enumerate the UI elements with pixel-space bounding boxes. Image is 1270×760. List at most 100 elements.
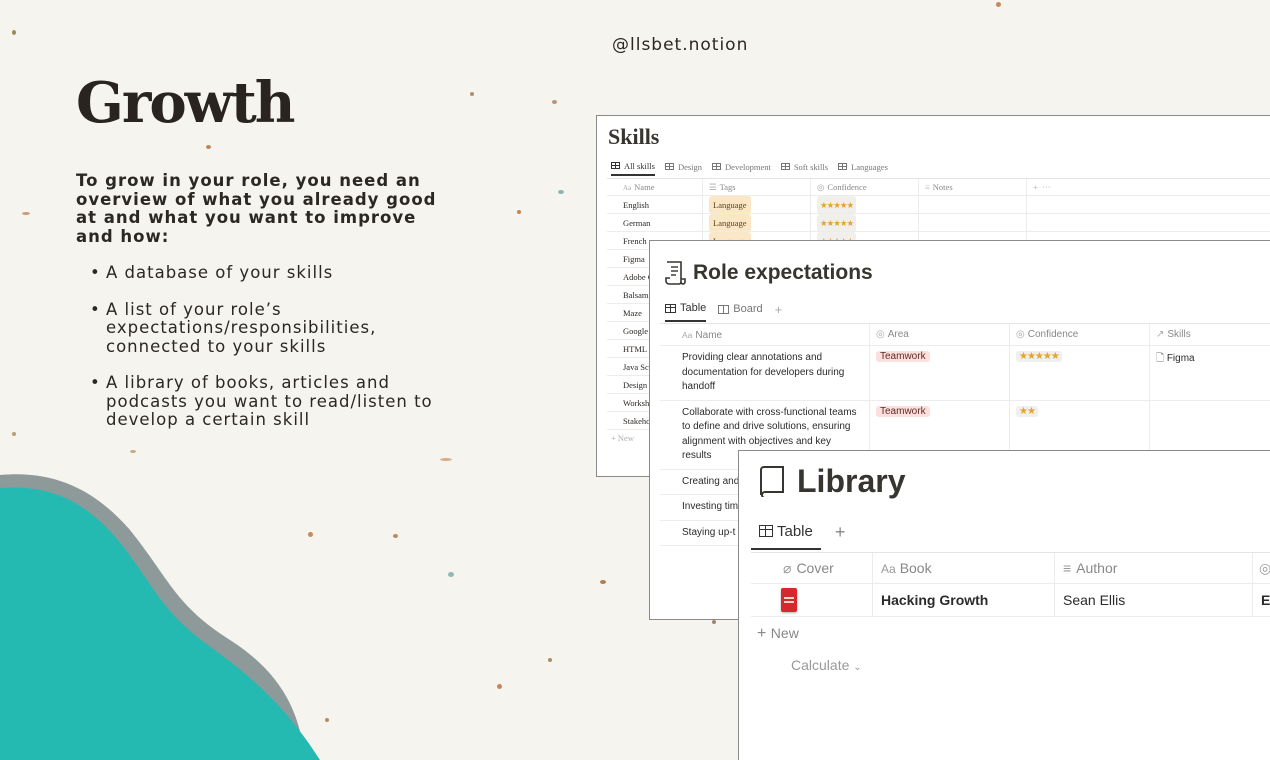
- speck: [600, 580, 606, 584]
- table-icon: [665, 303, 676, 313]
- table-icon: [759, 525, 773, 537]
- star-rating: ★★★★★: [817, 214, 857, 231]
- speck: [548, 658, 552, 662]
- select-icon: ◎: [1016, 329, 1025, 340]
- column-header-book[interactable]: Aa Book: [873, 553, 1055, 583]
- book-icon: [758, 465, 786, 502]
- cover-cell[interactable]: [751, 584, 873, 616]
- table-row[interactable]: German Language ★★★★★: [607, 214, 1270, 232]
- feature-item: A library of books, articles and podcast…: [90, 373, 460, 430]
- notes-cell[interactable]: [919, 196, 1027, 213]
- skills-cell[interactable]: 🗋 Figma: [1150, 346, 1270, 400]
- book-cell[interactable]: Hacking Growth: [873, 584, 1055, 616]
- confidence-cell[interactable]: ★★★★★: [1010, 346, 1150, 400]
- skill-name: Figma: [623, 254, 645, 264]
- tab-label: Board: [733, 303, 763, 315]
- name-cell[interactable]: German: [607, 214, 703, 231]
- column-header-confidence[interactable]: ◎ Confidence: [1010, 324, 1150, 345]
- skills-title: Skills: [608, 124, 660, 149]
- column-header-notes[interactable]: ≡ Notes: [919, 179, 1027, 195]
- column-header-author[interactable]: ≡ Author: [1055, 553, 1253, 583]
- column-label: Confidence: [1027, 329, 1079, 340]
- new-label: New: [617, 433, 634, 443]
- skill-link[interactable]: Figma: [1167, 353, 1195, 364]
- author-cell[interactable]: Sean Ellis: [1055, 584, 1253, 616]
- tab-all-skills[interactable]: All skills: [611, 161, 655, 176]
- intro-text: To grow in your role, you need an overvi…: [76, 171, 437, 246]
- column-label: Tags: [719, 182, 736, 192]
- column-header-name[interactable]: Aa Name: [607, 179, 703, 195]
- speck: [448, 572, 454, 577]
- tab-label: Table: [680, 302, 707, 314]
- confidence-cell[interactable]: ★★★★★: [811, 214, 919, 231]
- tab-board[interactable]: Board: [718, 303, 763, 321]
- calculate-label: Calculate: [791, 657, 850, 673]
- tab-soft-skills[interactable]: Soft skills: [780, 161, 829, 175]
- notes-cell[interactable]: [919, 214, 1027, 231]
- tag-badge: Language: [709, 214, 751, 231]
- name-cell[interactable]: Providing clear annotations and document…: [660, 346, 870, 400]
- library-table: ⌀ Cover Aa Book ≡ Author ◎ Hacking Growth S…: [751, 552, 1270, 680]
- wave-fill: [0, 487, 320, 760]
- list-icon: ☰: [709, 182, 717, 192]
- table-icon: [664, 163, 674, 170]
- column-header-skills[interactable]: ↗ Skills: [1150, 324, 1270, 345]
- column-label: Notes: [932, 182, 953, 192]
- text-lines-icon: ≡: [1063, 560, 1072, 576]
- tags-cell[interactable]: Language: [703, 214, 811, 231]
- extra-cell[interactable]: [1027, 214, 1087, 231]
- library-title: Library: [797, 463, 906, 499]
- text-type-icon: Aa: [623, 184, 632, 192]
- chevron-down-icon: ⌄: [853, 662, 862, 673]
- tab-languages[interactable]: Languages: [838, 162, 888, 175]
- skill-name: English: [623, 200, 649, 210]
- table-icon: [611, 162, 620, 169]
- calculate-button[interactable]: Calculate ⌄: [751, 650, 1270, 680]
- new-label: New: [770, 625, 799, 641]
- tab-table[interactable]: Table: [665, 302, 707, 322]
- column-label: Name: [695, 330, 723, 341]
- page-icon: 🗋: [1156, 353, 1167, 364]
- speck: [497, 684, 502, 689]
- column-header-tags[interactable]: ☰ Tags: [703, 179, 811, 195]
- feature-list: A database of your skills A list of your…: [90, 263, 460, 448]
- library-view-tabs: Table +: [751, 521, 845, 551]
- skill-name: Balsami: [623, 290, 651, 300]
- column-header-cover[interactable]: ⌀ Cover: [751, 553, 873, 583]
- text-lines-icon: ≡: [925, 182, 930, 192]
- author-handle: @llsbet.notion: [612, 35, 749, 55]
- area-cell[interactable]: Teamwork: [870, 346, 1010, 400]
- tab-label: Soft skills: [793, 161, 829, 172]
- add-view-button[interactable]: +: [775, 302, 783, 323]
- speck: [552, 100, 557, 104]
- column-header-more[interactable]: ◎: [1253, 553, 1270, 583]
- skills-view-tabs: All skills Design Development Soft skill…: [611, 160, 888, 176]
- extra-cell[interactable]: [1027, 196, 1087, 213]
- add-column-button[interactable]: + ···: [1027, 179, 1087, 195]
- select-icon: ◎: [817, 182, 825, 192]
- add-view-button[interactable]: +: [835, 522, 846, 551]
- tab-development[interactable]: Development: [712, 162, 771, 175]
- book-icon-svg: [760, 466, 784, 499]
- tab-design[interactable]: Design: [664, 162, 702, 175]
- speck: [996, 2, 1001, 7]
- column-header-name[interactable]: Aa Name: [660, 324, 870, 345]
- table-row[interactable]: English Language ★★★★★: [607, 196, 1270, 214]
- table-row[interactable]: Hacking Growth Sean Ellis E: [751, 584, 1270, 617]
- star-rating: ★★★★★: [817, 196, 857, 213]
- column-header-confidence[interactable]: ◎ Confidence: [811, 179, 919, 195]
- scroll-icon: [663, 260, 687, 291]
- library-new-row-button[interactable]: + New: [751, 617, 1270, 650]
- tags-cell[interactable]: Language: [703, 196, 811, 213]
- column-label: Area: [887, 329, 909, 340]
- tab-table[interactable]: Table: [751, 523, 821, 550]
- table-icon: [838, 163, 848, 170]
- table-row[interactable]: Providing clear annotations and document…: [660, 346, 1270, 401]
- more-cell[interactable]: E: [1253, 584, 1270, 616]
- name-cell[interactable]: English: [607, 196, 703, 213]
- confidence-cell[interactable]: ★★★★★: [811, 196, 919, 213]
- column-header-area[interactable]: ◎ Area: [870, 324, 1010, 345]
- board-icon: [718, 304, 730, 314]
- plus-icon: +: [757, 625, 771, 642]
- library-window: Library Table + ⌀ Cover Aa Book ≡ Author ◎: [738, 450, 1270, 760]
